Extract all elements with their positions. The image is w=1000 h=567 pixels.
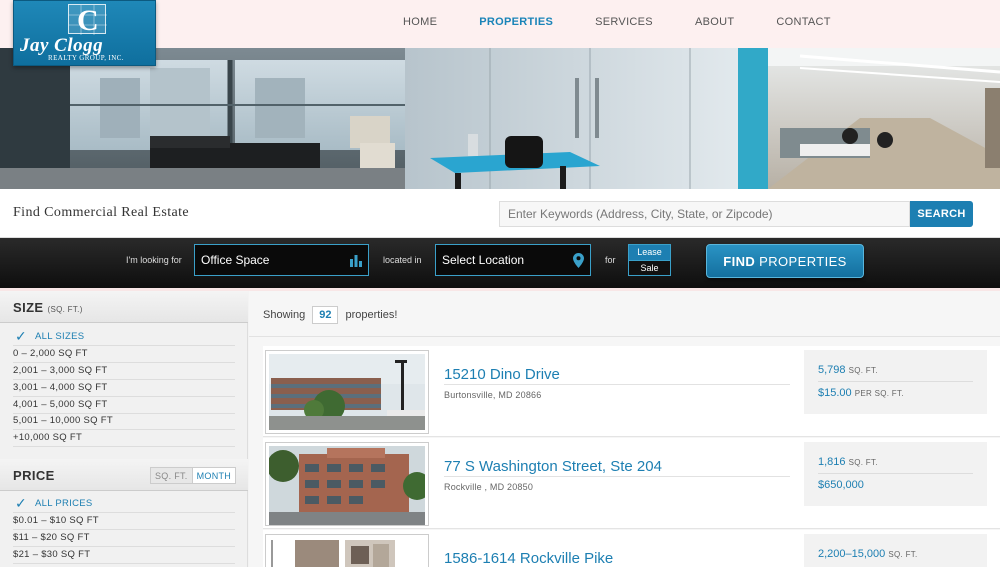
logo-subtitle: REALTY GROUP, INC.: [48, 54, 124, 62]
looking-for-label: I'm looking for: [126, 255, 182, 265]
price-option-all[interactable]: ✓ ALL PRICES: [13, 495, 235, 513]
located-in-label: located in: [383, 255, 422, 265]
property-type-value: Office Space: [201, 253, 270, 267]
logo-letter: C: [77, 4, 99, 37]
size-option[interactable]: +10,000 SQ FT: [13, 430, 235, 447]
filter-sidebar: SIZE (SQ. FT.) ✓ ALL SIZES 0 – 2,000 SQ F…: [0, 291, 248, 567]
size-option[interactable]: 0 – 2,000 SQ FT: [13, 346, 235, 363]
property-filter-bar: I'm looking for Office Space located in …: [0, 238, 1000, 288]
nav-contact[interactable]: CONTACT: [776, 16, 830, 28]
stats-divider: [818, 381, 973, 382]
price-option[interactable]: $21 – $30 SQ FT: [13, 547, 235, 564]
listing-stats: 5,798 SQ. FT. $15.00 PER SQ. FT.: [804, 350, 987, 414]
nav-about[interactable]: ABOUT: [695, 16, 734, 28]
checkmark-icon: ✓: [15, 328, 28, 344]
price-unit-month[interactable]: MONTH: [192, 468, 236, 483]
price-filter-title: PRICE: [13, 468, 55, 483]
nav-properties[interactable]: PROPERTIES: [479, 16, 553, 28]
results-count-badge: 92: [312, 306, 339, 324]
for-label: for: [605, 255, 616, 265]
size-filter-header: SIZE (SQ. FT.): [0, 291, 248, 323]
showing-label: Showing: [263, 309, 306, 321]
listing-city: Burtonsville, MD 20866: [444, 390, 542, 400]
listing-photo[interactable]: [265, 350, 429, 434]
keyword-search-input[interactable]: [499, 201, 910, 227]
listing-divider: [444, 384, 790, 385]
listing-city: Rockville , MD 20850: [444, 482, 534, 492]
listing-card[interactable]: 1586-1614 Rockville Pike 2,200–15,000 SQ…: [263, 530, 1000, 567]
listing-address-link[interactable]: 1586-1614 Rockville Pike: [444, 550, 613, 567]
lease-sale-toggle: Lease Sale: [628, 244, 671, 276]
results-count-line: Showing 92 properties!: [263, 306, 397, 324]
listing-card[interactable]: 15210 Dino Drive Burtonsville, MD 20866 …: [263, 346, 1000, 437]
property-type-select[interactable]: Office Space: [194, 244, 369, 276]
bar-chart-icon: [350, 253, 362, 270]
listing-photo[interactable]: [265, 534, 429, 567]
price-unit-sqft[interactable]: SQ. FT.: [151, 468, 193, 483]
keyword-search-bar: Find Commercial Real Estate SEARCH: [0, 189, 1000, 238]
company-logo[interactable]: C Jay Clogg REALTY GROUP, INC.: [13, 0, 156, 66]
main-nav: HOME PROPERTIES SERVICES ABOUT CONTACT: [403, 16, 871, 28]
listing-price: $15.00 PER SQ. FT.: [818, 387, 904, 399]
size-filter-title: SIZE (SQ. FT.): [13, 300, 83, 315]
location-select[interactable]: Select Location: [435, 244, 591, 276]
size-option[interactable]: 5,001 – 10,000 SQ FT: [13, 413, 235, 430]
results-panel: Showing 92 properties! 15210 Dino Drive: [249, 291, 1000, 567]
stats-divider: [818, 473, 973, 474]
map-pin-icon: [573, 253, 584, 271]
listing-sqft: 1,816 SQ. FT.: [818, 456, 878, 468]
find-properties-button[interactable]: FIND PROPERTIES: [706, 244, 864, 278]
logo-mark: C: [68, 4, 107, 37]
price-unit-toggle: SQ. FT. MONTH: [150, 467, 237, 484]
listing-photo[interactable]: [265, 442, 429, 526]
size-option-all[interactable]: ✓ ALL SIZES: [13, 328, 235, 346]
find-properties-bold: FIND: [723, 253, 756, 269]
results-divider: [249, 336, 1000, 337]
showing-suffix: properties!: [345, 309, 398, 321]
find-properties-rest: PROPERTIES: [755, 253, 847, 269]
location-value: Select Location: [442, 253, 525, 267]
nav-home[interactable]: HOME: [403, 16, 437, 28]
size-unit: (SQ. FT.): [47, 305, 83, 314]
price-option[interactable]: $0.01 – $10 SQ FT: [13, 513, 235, 530]
listing-divider: [444, 476, 790, 477]
sale-option[interactable]: Sale: [629, 260, 670, 275]
hero-office-photo: [0, 48, 1000, 189]
size-option[interactable]: 2,001 – 3,000 SQ FT: [13, 363, 235, 380]
price-filter-header: PRICE SQ. FT. MONTH: [0, 459, 248, 491]
size-option[interactable]: 3,001 – 4,000 SQ FT: [13, 380, 235, 397]
search-button[interactable]: SEARCH: [910, 201, 973, 227]
price-option[interactable]: $11 – $20 SQ FT: [13, 530, 235, 547]
listing-price: $650,000: [818, 479, 864, 491]
lease-option[interactable]: Lease: [629, 245, 670, 260]
listing-sqft: 2,200–15,000 SQ. FT.: [818, 548, 918, 560]
listing-sqft: 5,798 SQ. FT.: [818, 364, 878, 376]
size-option[interactable]: 4,001 – 5,000 SQ FT: [13, 397, 235, 414]
listing-card[interactable]: 77 S Washington Street, Ste 204 Rockvill…: [263, 438, 1000, 529]
checkmark-icon: ✓: [15, 495, 28, 511]
listing-stats: 2,200–15,000 SQ. FT.: [804, 534, 987, 567]
find-title: Find Commercial Real Estate: [13, 205, 190, 220]
listing-address-link[interactable]: 77 S Washington Street, Ste 204: [444, 458, 662, 475]
listing-address-link[interactable]: 15210 Dino Drive: [444, 366, 560, 383]
listing-stats: 1,816 SQ. FT. $650,000: [804, 442, 987, 506]
nav-services[interactable]: SERVICES: [595, 16, 653, 28]
